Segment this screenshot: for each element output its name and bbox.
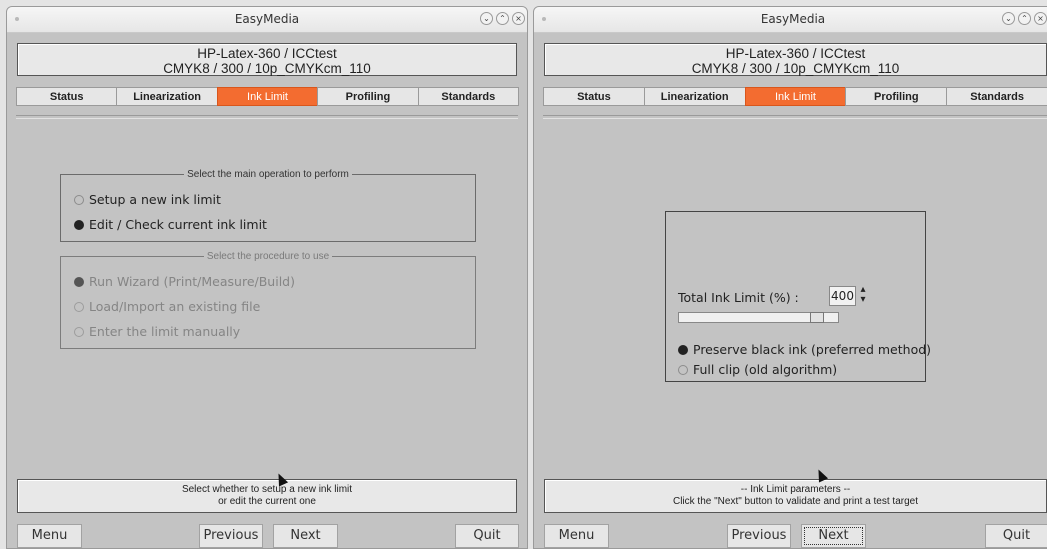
separator bbox=[16, 115, 518, 119]
spin-arrows-icon[interactable]: ▴ ▾ bbox=[859, 285, 867, 307]
total-ink-limit-input[interactable]: 400 bbox=[829, 286, 856, 306]
maximize-icon[interactable]: ⌃ bbox=[1018, 12, 1031, 25]
radio-label: Preserve black ink (preferred method) bbox=[693, 342, 932, 357]
title-bar[interactable]: EasyMedia ⌄ ⌃ × bbox=[534, 7, 1047, 33]
radio-indicator bbox=[74, 301, 84, 312]
radio-preserve-black-ink[interactable]: Preserve black ink (preferred method) bbox=[678, 342, 931, 357]
radio-setup-new-ink-limit[interactable]: Setup a new ink limit bbox=[74, 192, 221, 207]
tab-bar: Status Linearization Ink Limit Profiling… bbox=[543, 87, 1047, 106]
menu-button[interactable]: Menu bbox=[17, 524, 82, 548]
slider-handle[interactable] bbox=[810, 312, 824, 323]
close-icon[interactable]: × bbox=[1034, 12, 1047, 25]
radio-indicator bbox=[74, 326, 84, 337]
profile-settings: CMYK8 / 300 / 10p_CMYKcm_110 bbox=[691, 61, 900, 76]
printer-header: HP-Latex-360 / ICCtest CMYK8 / 300 / 10p… bbox=[17, 43, 517, 76]
quit-button[interactable]: Quit bbox=[455, 524, 519, 548]
radio-edit-check-ink-limit[interactable]: Edit / Check current ink limit bbox=[74, 217, 267, 232]
radio-load-import-file[interactable]: Load/Import an existing file bbox=[74, 299, 260, 314]
tab-status[interactable]: Status bbox=[543, 87, 645, 106]
radio-run-wizard[interactable]: Run Wizard (Print/Measure/Build) bbox=[74, 274, 295, 289]
radio-label: Enter the limit manually bbox=[89, 324, 241, 339]
radio-indicator bbox=[678, 364, 688, 375]
minimize-icon[interactable]: ⌄ bbox=[1002, 12, 1015, 25]
message-line-1: Select whether to setup a new ink limit bbox=[181, 484, 353, 495]
printer-name: HP-Latex-360 / ICCtest bbox=[197, 46, 337, 61]
message-line-1: -- Ink Limit parameters -- bbox=[740, 484, 851, 495]
radio-label: Setup a new ink limit bbox=[89, 192, 221, 207]
title-bar[interactable]: EasyMedia ⌄ ⌃ × bbox=[7, 7, 527, 33]
easymedia-window-right: EasyMedia ⌄ ⌃ × HP-Latex-360 / ICCtest C… bbox=[533, 6, 1047, 549]
message-line-2: or edit the current one bbox=[218, 496, 316, 507]
radio-full-clip[interactable]: Full clip (old algorithm) bbox=[678, 362, 837, 377]
radio-indicator bbox=[74, 194, 84, 205]
status-message: -- Ink Limit parameters -- Click the "Ne… bbox=[544, 479, 1047, 513]
minimize-icon[interactable]: ⌄ bbox=[480, 12, 493, 25]
radio-enter-limit-manually[interactable]: Enter the limit manually bbox=[74, 324, 240, 339]
tab-profiling[interactable]: Profiling bbox=[317, 87, 419, 106]
tab-linearization[interactable]: Linearization bbox=[643, 87, 746, 106]
radio-label: Full clip (old algorithm) bbox=[693, 362, 838, 377]
radio-label: Edit / Check current ink limit bbox=[89, 217, 267, 232]
close-icon[interactable]: × bbox=[512, 12, 525, 25]
window-title: EasyMedia bbox=[234, 12, 300, 26]
previous-button[interactable]: Previous bbox=[199, 524, 263, 548]
next-button[interactable]: Next bbox=[801, 524, 866, 548]
tab-linearization[interactable]: Linearization bbox=[116, 87, 218, 106]
window-title: EasyMedia bbox=[760, 12, 826, 26]
profile-settings: CMYK8 / 300 / 10p_CMYKcm_110 bbox=[163, 61, 371, 76]
radio-indicator bbox=[74, 276, 84, 287]
previous-button[interactable]: Previous bbox=[727, 524, 791, 548]
separator bbox=[543, 115, 1047, 119]
radio-label: Run Wizard (Print/Measure/Build) bbox=[89, 274, 295, 289]
status-message: Select whether to setup a new ink limit … bbox=[17, 479, 517, 513]
radio-indicator bbox=[74, 219, 84, 230]
tab-status[interactable]: Status bbox=[16, 87, 118, 106]
tab-standards[interactable]: Standards bbox=[417, 87, 520, 106]
radio-label: Load/Import an existing file bbox=[89, 299, 261, 314]
main-operation-legend: Select the main operation to perform bbox=[187, 169, 349, 180]
easymedia-window-left: EasyMedia ⌄ ⌃ × HP-Latex-360 / ICCtest C… bbox=[6, 6, 528, 549]
maximize-icon[interactable]: ⌃ bbox=[496, 12, 509, 25]
printer-name: HP-Latex-360 / ICCtest bbox=[725, 46, 866, 61]
tab-standards[interactable]: Standards bbox=[946, 87, 1047, 106]
tab-ink-limit[interactable]: Ink Limit bbox=[744, 87, 847, 106]
total-ink-limit-label: Total Ink Limit (%) : bbox=[678, 290, 799, 305]
printer-header: HP-Latex-360 / ICCtest CMYK8 / 300 / 10p… bbox=[544, 43, 1047, 76]
next-button[interactable]: Next bbox=[273, 524, 338, 548]
procedure-legend: Select the procedure to use bbox=[206, 251, 330, 262]
tab-bar: Status Linearization Ink Limit Profiling… bbox=[16, 87, 520, 106]
tab-profiling[interactable]: Profiling bbox=[845, 87, 948, 106]
menu-button[interactable]: Menu bbox=[544, 524, 609, 548]
ink-limit-panel: Total Ink Limit (%) : 400 ▴ ▾ Preserve bl… bbox=[665, 211, 931, 382]
tab-ink-limit[interactable]: Ink Limit bbox=[216, 87, 319, 106]
ink-limit-slider[interactable] bbox=[678, 312, 839, 323]
radio-indicator bbox=[678, 344, 688, 355]
quit-button[interactable]: Quit bbox=[985, 524, 1047, 548]
message-line-2: Click the "Next" button to validate and … bbox=[672, 496, 918, 507]
